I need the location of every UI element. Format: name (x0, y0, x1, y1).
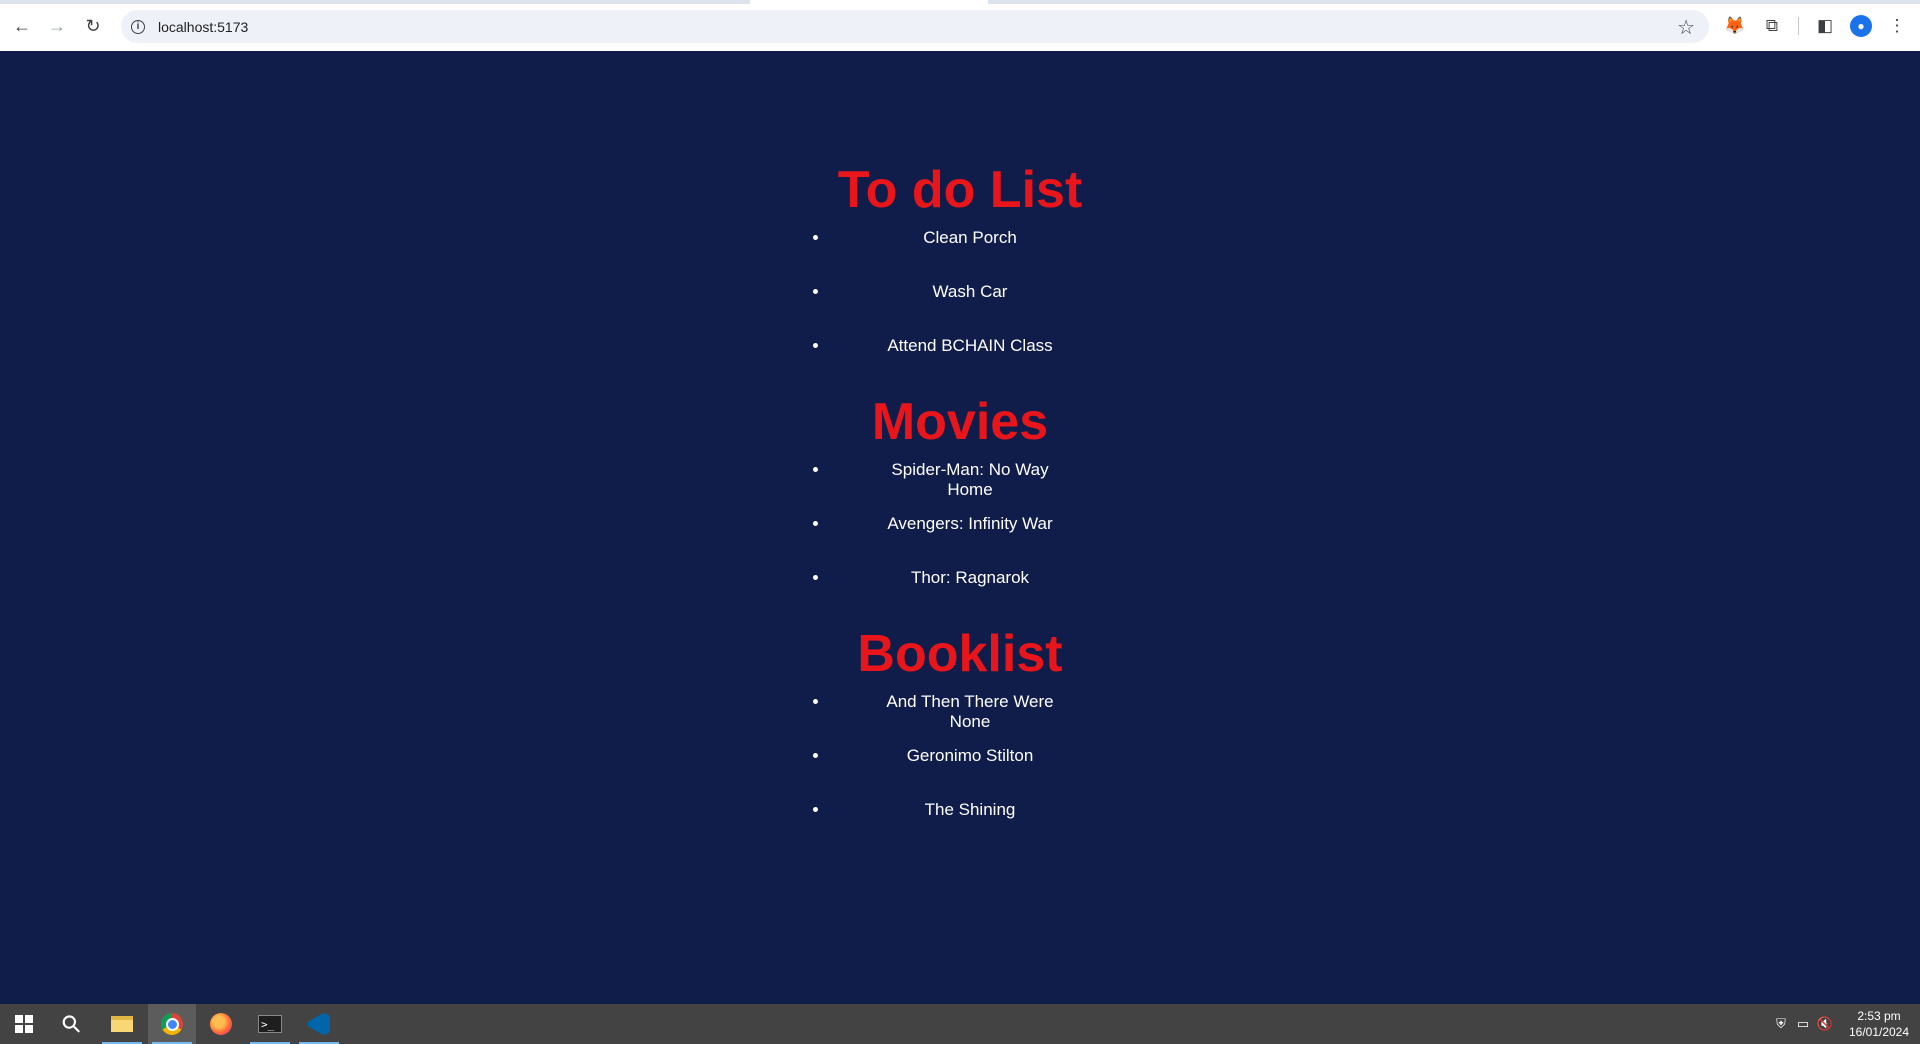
terminal-icon: >_ (258, 1015, 282, 1033)
metamask-fox-glyph: 🦊 (1724, 16, 1746, 35)
search-icon: ⚲ (56, 1008, 88, 1040)
extensions-puzzle-icon[interactable]: ⧉ (1759, 13, 1785, 39)
clock-date: 16/01/2024 (1848, 1025, 1910, 1039)
metamask-extension-icon[interactable]: 🦊 (1722, 13, 1748, 39)
booklist-title: Booklist (857, 625, 1063, 683)
extensions-glyph: ⧉ (1765, 16, 1779, 35)
site-info-icon[interactable]: i (131, 19, 145, 34)
reload-button[interactable]: ↻ (80, 13, 106, 39)
side-panel-icon[interactable]: ◧ (1812, 13, 1838, 39)
back-button[interactable]: ← (9, 13, 35, 39)
network-icon[interactable]: ▭ (1792, 1016, 1814, 1032)
browser-menu-button[interactable]: ⋮ (1884, 13, 1910, 39)
taskbar-vscode[interactable] (295, 1004, 343, 1044)
booklist-list: And Then There Were None Geronimo Stilto… (810, 692, 1070, 854)
browser-toolbar: ← → ↻ i localhost:5173 ☆ 🦊 ⧉ ◧ ● ⋮ (0, 0, 1920, 51)
lists-container: To do List Clean Porch Wash Car Attend B… (0, 51, 1920, 854)
list-item: Avengers: Infinity War (830, 514, 1070, 568)
url-text[interactable]: localhost:5173 (158, 19, 248, 35)
todo-list: Clean Porch Wash Car Attend BCHAIN Class (810, 228, 1070, 390)
taskbar-terminal[interactable]: >_ (246, 1004, 294, 1044)
list-item: Clean Porch (830, 228, 1070, 282)
active-tab[interactable] (750, 0, 988, 4)
firefox-icon (210, 1013, 232, 1035)
security-shield-icon[interactable]: ⛨ (1770, 1016, 1792, 1032)
profile-glyph: ● (1857, 19, 1865, 33)
movies-list: Spider-Man: No Way Home Avengers: Infini… (810, 460, 1070, 622)
address-bar[interactable]: i localhost:5173 ☆ (121, 10, 1709, 43)
tab-strip (0, 0, 1920, 4)
toolbar-divider (1798, 17, 1799, 35)
back-arrow-icon: ← (13, 15, 31, 36)
site-info-glyph: i (136, 21, 140, 32)
taskbar-firefox[interactable] (197, 1004, 245, 1044)
file-explorer-icon (111, 1016, 133, 1032)
terminal-prompt-glyph: >_ (261, 1017, 275, 1031)
profile-button[interactable]: ● (1848, 13, 1874, 39)
list-item: Thor: Ragnarok (830, 568, 1070, 622)
reload-icon: ↻ (85, 15, 101, 36)
taskbar-file-explorer[interactable] (98, 1004, 146, 1044)
forward-arrow-icon: → (48, 15, 66, 36)
windows-taskbar: ⚲ >_ ⛨ ▭ 🔇 2:53 pm 16/01/2024 (0, 1004, 1920, 1044)
chrome-icon (161, 1013, 183, 1035)
windows-logo-icon (15, 1015, 33, 1033)
volume-muted-icon[interactable]: 🔇 (1814, 1016, 1836, 1032)
vscode-icon (308, 1013, 330, 1035)
list-item: The Shining (830, 800, 1070, 854)
clock-time: 2:53 pm (1857, 1009, 1901, 1023)
list-item: Spider-Man: No Way Home (830, 460, 1070, 514)
list-item: Attend BCHAIN Class (830, 336, 1070, 390)
side-panel-glyph: ◧ (1816, 16, 1834, 35)
list-item: And Then There Were None (830, 692, 1070, 746)
kebab-menu-icon: ⋮ (1888, 16, 1906, 35)
todo-list-title: To do List (837, 161, 1083, 219)
page-viewport: To do List Clean Porch Wash Car Attend B… (0, 51, 1920, 1004)
taskbar-chrome[interactable] (148, 1004, 196, 1044)
movies-title: Movies (871, 393, 1049, 451)
system-tray: ⛨ ▭ 🔇 2:53 pm 16/01/2024 (1770, 1004, 1920, 1044)
list-item: Wash Car (830, 282, 1070, 336)
search-button[interactable]: ⚲ (48, 1004, 96, 1044)
forward-button[interactable]: → (44, 13, 70, 39)
profile-avatar-icon: ● (1850, 15, 1872, 37)
bookmark-star-icon[interactable]: ☆ (1677, 15, 1695, 40)
list-item: Geronimo Stilton (830, 746, 1070, 800)
start-button[interactable] (0, 1004, 48, 1044)
taskbar-clock[interactable]: 2:53 pm 16/01/2024 (1844, 1008, 1914, 1040)
